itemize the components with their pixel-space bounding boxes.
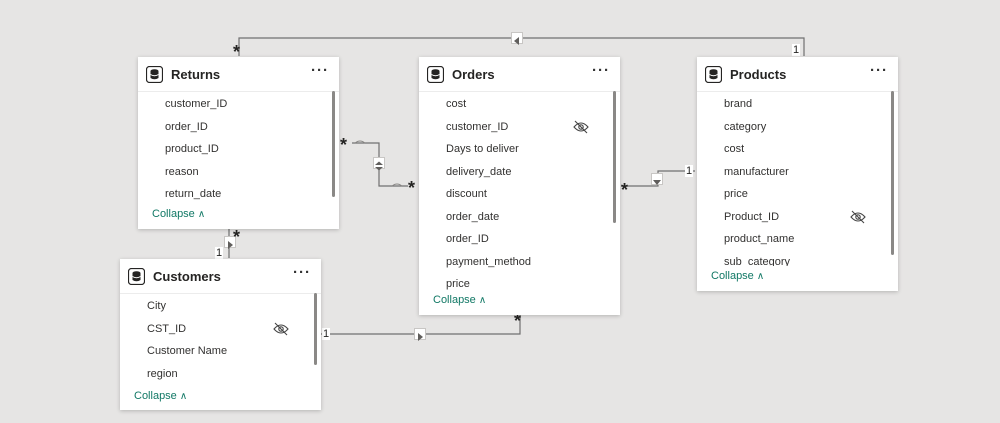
field-sub-category[interactable]: sub_category	[697, 251, 898, 267]
cardinality-many: *	[514, 311, 522, 331]
field-list: City CST_ID Customer Name region	[120, 295, 321, 385]
field-product-name[interactable]: product_name	[697, 228, 898, 251]
more-options-button[interactable]: ···	[870, 62, 888, 79]
cardinality-many: *	[233, 227, 241, 247]
field-customer-id[interactable]: customer_ID	[138, 93, 339, 116]
field-customer-id[interactable]: customer_ID	[419, 116, 620, 139]
filter-direction-icon[interactable]	[511, 32, 523, 45]
field-price[interactable]: price	[697, 183, 898, 206]
cardinality-one: 1	[215, 247, 224, 259]
field-cst-id[interactable]: CST_ID	[120, 318, 321, 341]
field-list: cost customer_ID Days to deliver deliver…	[419, 93, 620, 296]
field-discount[interactable]: discount	[419, 183, 620, 206]
field-manufacturer[interactable]: manufacturer	[697, 161, 898, 184]
filter-direction-icon[interactable]	[414, 328, 426, 341]
field-list: brand category cost manufacturer price P…	[697, 93, 898, 266]
field-cost[interactable]: cost	[419, 93, 620, 116]
table-card-orders[interactable]: Orders ··· cost customer_ID Days to deli…	[419, 57, 620, 315]
cardinality-many: *	[621, 180, 629, 200]
collapse-label: Collapse	[152, 208, 195, 220]
cardinality-many: *	[340, 135, 348, 155]
table-title: Orders	[452, 67, 495, 82]
model-canvas[interactable]: * 1 * * * 1 * 1 1 * Returns ··· customer…	[0, 0, 1000, 423]
field-cost[interactable]: cost	[697, 138, 898, 161]
cardinality-many: *	[408, 178, 416, 198]
more-options-button[interactable]: ···	[592, 62, 610, 79]
collapse-label: Collapse	[134, 390, 177, 402]
field-category[interactable]: category	[697, 116, 898, 139]
field-order-id[interactable]: order_ID	[138, 116, 339, 139]
chevron-up-icon: ∧	[478, 295, 487, 306]
collapse-label: Collapse	[711, 270, 754, 282]
table-header[interactable]: Customers ···	[120, 259, 321, 294]
cardinality-one: 1	[322, 328, 331, 340]
field-price[interactable]: price	[419, 273, 620, 296]
filter-direction-icon[interactable]	[373, 157, 385, 171]
field-city[interactable]: City	[120, 295, 321, 318]
eye-hidden-icon	[273, 322, 289, 335]
field-label: CST_ID	[147, 322, 187, 335]
field-customer-name[interactable]: Customer Name	[120, 340, 321, 363]
table-card-products[interactable]: Products ··· brand category cost manufac…	[697, 57, 898, 291]
field-list: customer_ID order_ID product_ID reason r…	[138, 93, 339, 206]
field-order-date[interactable]: order_date	[419, 206, 620, 229]
field-return-date[interactable]: return_date	[138, 183, 339, 206]
table-card-customers[interactable]: Customers ··· City CST_ID Customer Name …	[120, 259, 321, 410]
chevron-up-icon: ∧	[197, 209, 206, 220]
scrollbar[interactable]	[332, 91, 335, 197]
table-header[interactable]: Orders ···	[419, 57, 620, 92]
scrollbar[interactable]	[314, 293, 317, 365]
filter-direction-icon[interactable]	[651, 173, 663, 185]
collapse-button[interactable]: Collapse ∧	[433, 294, 486, 306]
field-product-id[interactable]: product_ID	[138, 138, 339, 161]
scrollbar[interactable]	[613, 91, 616, 223]
table-header[interactable]: Products ···	[697, 57, 898, 92]
table-icon	[427, 66, 444, 83]
more-options-button[interactable]: ···	[293, 264, 311, 281]
cardinality-one: 1	[685, 165, 694, 177]
collapse-label: Collapse	[433, 294, 476, 306]
scrollbar[interactable]	[891, 91, 894, 255]
table-title: Products	[730, 67, 787, 82]
chevron-up-icon: ∧	[179, 391, 188, 402]
field-reason[interactable]: reason	[138, 161, 339, 184]
table-card-returns[interactable]: Returns ··· customer_ID order_ID product…	[138, 57, 339, 229]
table-title: Returns	[171, 67, 221, 82]
cardinality-one: 1	[792, 44, 801, 56]
field-days-to-deliver[interactable]: Days to deliver	[419, 138, 620, 161]
collapse-button[interactable]: Collapse ∧	[711, 270, 764, 282]
field-label: customer_ID	[446, 120, 509, 133]
table-icon	[146, 66, 163, 83]
field-payment-method[interactable]: payment_method	[419, 251, 620, 274]
eye-hidden-icon	[850, 210, 866, 223]
field-brand[interactable]: brand	[697, 93, 898, 116]
collapse-button[interactable]: Collapse ∧	[134, 390, 187, 402]
chevron-up-icon: ∧	[756, 271, 765, 282]
field-delivery-date[interactable]: delivery_date	[419, 161, 620, 184]
table-icon	[705, 66, 722, 83]
more-options-button[interactable]: ···	[311, 62, 329, 79]
collapse-button[interactable]: Collapse ∧	[152, 208, 205, 220]
field-label: Product_ID	[724, 210, 780, 223]
field-order-id[interactable]: order_ID	[419, 228, 620, 251]
table-header[interactable]: Returns ···	[138, 57, 339, 92]
table-title: Customers	[153, 269, 221, 284]
table-icon	[128, 268, 145, 285]
field-product-id[interactable]: Product_ID	[697, 206, 898, 229]
eye-hidden-icon	[573, 120, 589, 133]
field-region[interactable]: region	[120, 363, 321, 386]
